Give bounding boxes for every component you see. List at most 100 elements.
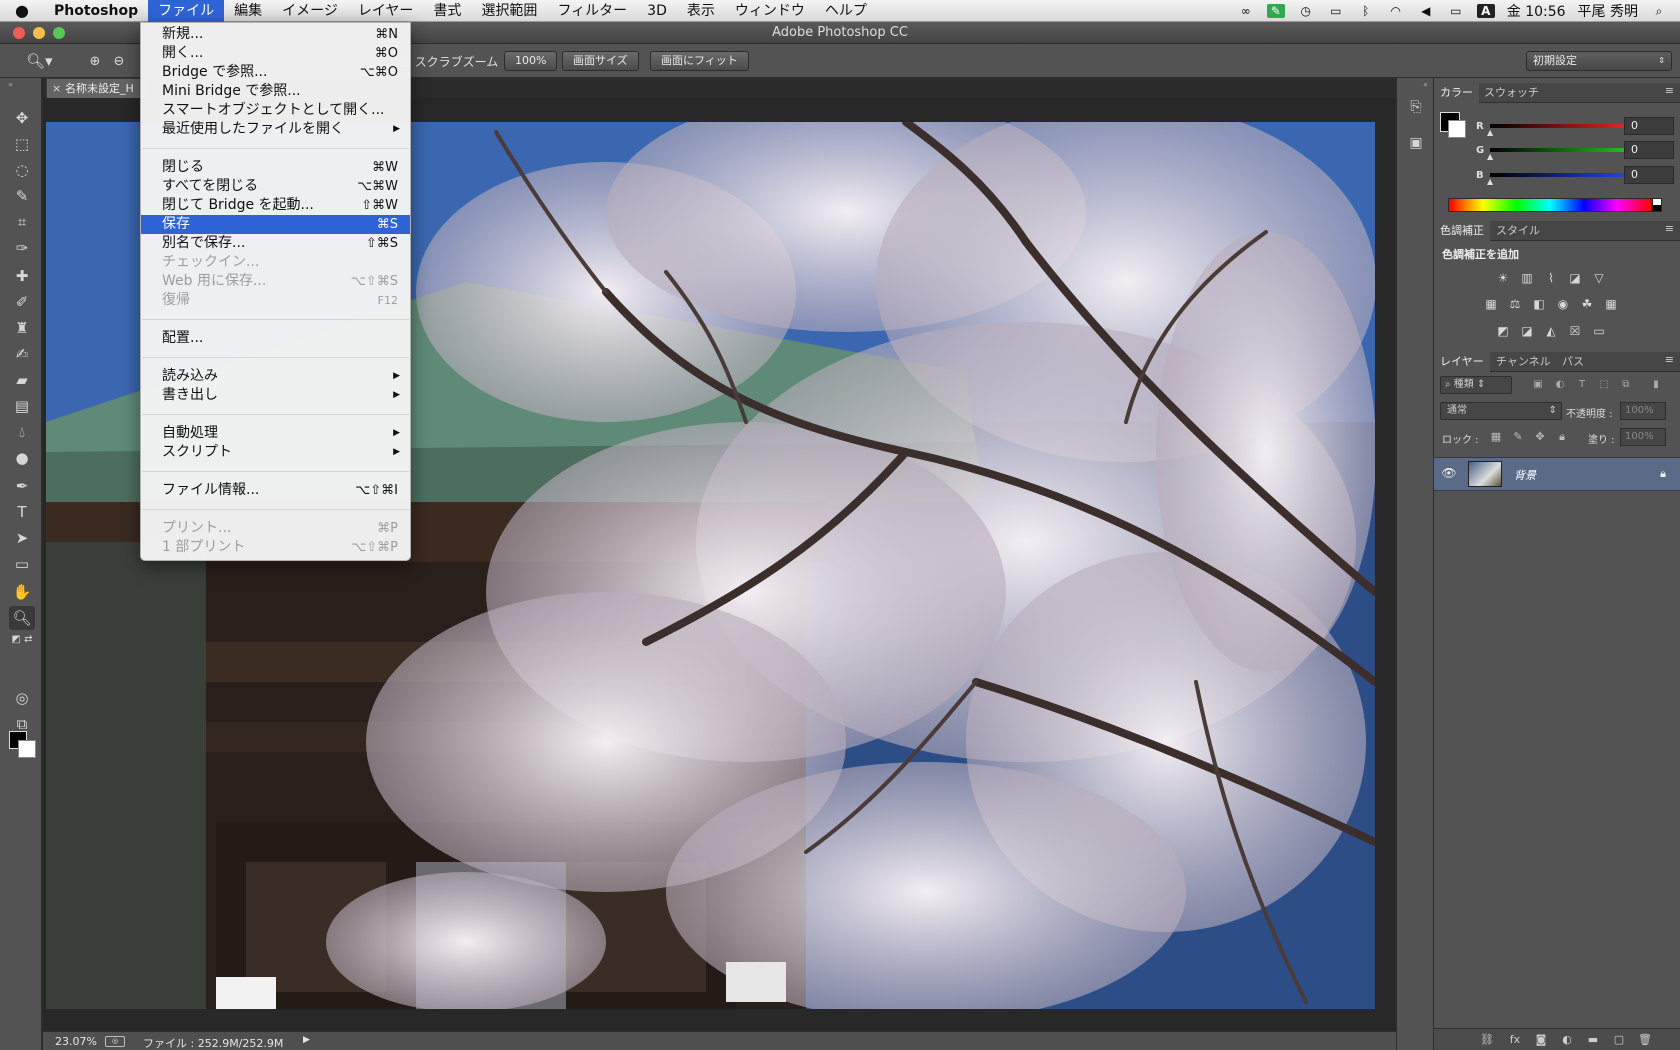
menu-item-file-info[interactable]: ファイル情報... ⌥⇧⌘I xyxy=(141,481,410,500)
gradient-map-icon[interactable]: ▭ xyxy=(1590,323,1608,339)
black-white-ramp[interactable] xyxy=(1652,198,1662,212)
channel-b-slider[interactable] xyxy=(1490,173,1644,177)
tab-swatches[interactable]: スウォッチ xyxy=(1478,83,1545,103)
path-selection-tool-icon[interactable]: ➤ xyxy=(9,526,35,550)
collapse-dock-icon[interactable]: « xyxy=(1423,80,1428,89)
status-menu-arrow-icon[interactable]: ▶ xyxy=(303,1035,310,1045)
menu-item-print[interactable]: プリント... ⌘P xyxy=(141,519,410,538)
time-machine-icon[interactable]: ◷ xyxy=(1297,4,1315,18)
menu-item-browse-bridge[interactable]: Bridge で参照... ⌥⌘O xyxy=(141,63,410,82)
tab-color[interactable]: カラー xyxy=(1434,83,1479,103)
filter-shape-icon[interactable]: ⬚ xyxy=(1596,377,1612,393)
color-balance-icon[interactable]: ⚖ xyxy=(1506,296,1524,312)
panel-menu-icon[interactable]: ≡ xyxy=(1665,222,1674,235)
fill-field[interactable]: 100% xyxy=(1620,428,1666,446)
filter-toggle-icon[interactable]: ▮ xyxy=(1648,377,1664,393)
menu-item-scripts[interactable]: スクリプト ▶ xyxy=(141,443,410,462)
zoom-tool-icon[interactable]: 🔍︎ xyxy=(9,606,35,630)
invert-icon[interactable]: ◩ xyxy=(1494,323,1512,339)
menu-item-save-as[interactable]: 別名で保存... ⇧⌘S xyxy=(141,234,410,253)
menu-item-close[interactable]: 閉じる ⌘W xyxy=(141,158,410,177)
menubar-user[interactable]: 平尾 秀明 xyxy=(1578,1,1638,21)
menu-type[interactable]: 書式 xyxy=(423,0,471,22)
menu-item-browse-mini-bridge[interactable]: Mini Bridge で参照... xyxy=(141,82,410,101)
workspace-select[interactable]: 初期設定 ⇕ xyxy=(1526,51,1672,71)
rectangle-tool-icon[interactable]: ▭ xyxy=(9,552,35,576)
channel-b-thumb[interactable]: ▲ xyxy=(1487,177,1493,186)
close-tab-icon[interactable]: × xyxy=(52,79,61,98)
screen-mode-icon[interactable]: ⧉ xyxy=(9,712,35,736)
zoom-tool-preset-icon[interactable]: 🔍︎▾ xyxy=(26,52,53,70)
menu-file[interactable]: ファイル xyxy=(148,0,225,22)
panel-menu-icon[interactable]: ≡ xyxy=(1665,84,1674,97)
selective-color-icon[interactable]: ☒ xyxy=(1566,323,1584,339)
marquee-tool-icon[interactable]: ⬚ xyxy=(9,132,35,156)
menu-item-open[interactable]: 開く... ⌘O xyxy=(141,44,410,63)
brush-tool-icon[interactable]: ✐ xyxy=(9,290,35,314)
app-menu[interactable]: Photoshop xyxy=(44,0,148,22)
blur-tool-icon[interactable]: 💧︎ xyxy=(9,420,35,444)
eyedropper-tool-icon[interactable]: ✑ xyxy=(9,236,35,260)
levels-icon[interactable]: ▥ xyxy=(1518,270,1536,286)
menu-item-close-go-bridge[interactable]: 閉じて Bridge を起動... ⇧⌘W xyxy=(141,196,410,215)
battery-icon[interactable]: ▭ xyxy=(1447,4,1465,18)
layer-style-icon[interactable]: fx xyxy=(1506,1032,1524,1048)
new-group-icon[interactable]: ▬ xyxy=(1584,1032,1602,1048)
menu-layer[interactable]: レイヤー xyxy=(348,0,424,22)
apple-icon[interactable]: ● xyxy=(0,1,44,20)
quick-selection-tool-icon[interactable]: ✎ xyxy=(9,184,35,208)
history-panel-icon[interactable]: ⎘ xyxy=(1405,96,1427,118)
channel-g-thumb[interactable]: ▲ xyxy=(1487,152,1493,161)
menu-item-export[interactable]: 書き出し ▶ xyxy=(141,386,410,405)
volume-icon[interactable]: ◀ xyxy=(1417,4,1435,18)
menu-item-open-recent[interactable]: 最近使用したファイルを開く ▶ xyxy=(141,120,410,139)
black-white-icon[interactable]: ◧ xyxy=(1530,296,1548,312)
layer-row[interactable]: 👁︎ 背景 🔒︎ xyxy=(1434,457,1680,491)
tab-adjustments[interactable]: 色調補正 xyxy=(1434,221,1490,241)
add-mask-icon[interactable]: ◙ xyxy=(1532,1032,1550,1048)
gradient-tool-icon[interactable]: ▤ xyxy=(9,394,35,418)
channel-g-value[interactable]: 0 xyxy=(1624,141,1674,159)
dodge-tool-icon[interactable]: ● xyxy=(9,446,35,470)
threshold-icon[interactable]: ◭ xyxy=(1542,323,1560,339)
delete-layer-icon[interactable]: 🗑︎ xyxy=(1636,1032,1654,1048)
lock-position-icon[interactable]: ✥ xyxy=(1532,429,1548,445)
zoom-100-button[interactable]: 100% xyxy=(504,51,558,71)
menu-item-save-for-web[interactable]: Web 用に保存... ⌥⇧⌘S xyxy=(141,272,410,291)
evernote-icon[interactable]: ✎ xyxy=(1266,3,1285,18)
menu-select[interactable]: 選択範囲 xyxy=(471,0,547,22)
opacity-field[interactable]: 100% xyxy=(1620,402,1666,420)
properties-panel-icon[interactable]: ▣ xyxy=(1405,132,1427,154)
channel-g-slider[interactable] xyxy=(1490,148,1644,152)
tab-paths[interactable]: パス xyxy=(1556,352,1590,372)
display-icon[interactable]: ▭ xyxy=(1327,4,1345,18)
channel-r-slider[interactable] xyxy=(1490,124,1644,128)
zoom-level[interactable]: 23.07% xyxy=(55,1035,97,1048)
color-spectrum-ramp[interactable] xyxy=(1448,198,1652,212)
vibrance-icon[interactable]: ▽ xyxy=(1590,270,1608,286)
blend-mode-select[interactable]: 通常 ⇕ xyxy=(1440,402,1562,420)
color-fg-bg-swatch[interactable] xyxy=(1440,112,1466,138)
menu-item-open-smart-object[interactable]: スマートオブジェクトとして開く... xyxy=(141,101,410,120)
photo-filter-icon[interactable]: ◉ xyxy=(1554,296,1572,312)
spotlight-icon[interactable]: ⌕ xyxy=(1650,4,1668,18)
layer-kind-filter[interactable]: ⌕ 種類 ⇕ xyxy=(1440,376,1512,394)
bluetooth-icon[interactable]: ᛒ xyxy=(1357,4,1375,18)
quick-mask-icon[interactable]: ◎ xyxy=(9,686,35,710)
screen-size-button[interactable]: 画面サイズ xyxy=(562,51,639,71)
pen-tool-icon[interactable]: ✒ xyxy=(9,474,35,498)
crop-tool-icon[interactable]: ⌗ xyxy=(9,210,35,234)
background-swatch[interactable] xyxy=(1448,120,1466,138)
tab-styles[interactable]: スタイル xyxy=(1490,221,1546,241)
filter-adjustment-icon[interactable]: ◐ xyxy=(1552,377,1568,393)
menu-item-revert[interactable]: 復帰 F12 xyxy=(141,291,410,310)
scrubby-zoom-checkbox[interactable]: ☑ スクラブズーム xyxy=(400,53,498,70)
lock-transparent-icon[interactable]: ▦ xyxy=(1488,429,1504,445)
tab-channels[interactable]: チャンネル xyxy=(1490,352,1557,372)
healing-brush-tool-icon[interactable]: ✚ xyxy=(9,264,35,288)
brightness-contrast-icon[interactable]: ☀ xyxy=(1494,270,1512,286)
menu-filter[interactable]: フィルター xyxy=(547,0,637,22)
menu-image[interactable]: イメージ xyxy=(272,0,348,22)
menu-item-new[interactable]: 新規... ⌘N xyxy=(141,25,410,44)
default-colors-icon[interactable]: ◩ ⇄ xyxy=(9,632,35,648)
